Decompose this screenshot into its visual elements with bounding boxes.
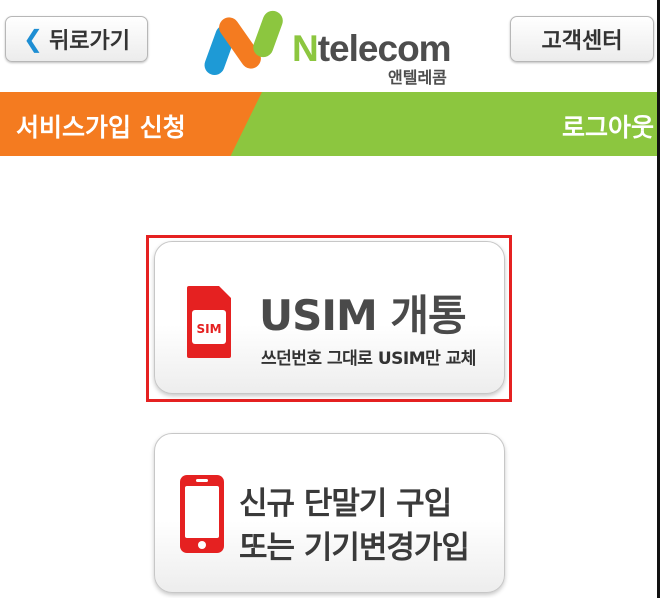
svg-text:SIM: SIM <box>196 322 221 336</box>
top-header: ❮ 뒤로가기 Ntelecom 앤텔레콤 고객센터 <box>0 0 660 92</box>
usim-activation-button[interactable]: SIM USIM 개통 쓰던번호 그대로 USIM만 교체 <box>154 241 505 394</box>
customer-center-button[interactable]: 고객센터 <box>510 16 654 62</box>
logo-mark-icon <box>204 10 283 76</box>
logo-subtitle: 앤텔레콤 <box>388 68 447 87</box>
logout-link[interactable]: 로그아웃 <box>562 108 654 144</box>
new-device-title-line1: 신규 단말기 구입 <box>239 486 452 522</box>
usim-subtitle: 쓰던번호 그대로 USIM만 교체 <box>261 349 476 369</box>
page-title: 서비스가입 신청 <box>16 113 186 142</box>
back-button[interactable]: ❮ 뒤로가기 <box>5 16 148 62</box>
new-device-button[interactable]: 신규 단말기 구입 또는 기기변경가입 <box>154 433 505 593</box>
title-band: 서비스가입 신청 로그아웃 <box>0 92 660 156</box>
sim-card-icon: SIM <box>187 286 231 358</box>
smartphone-icon <box>180 475 224 553</box>
usim-title: USIM 개통 <box>259 291 467 340</box>
chevron-left-icon: ❮ <box>22 25 44 53</box>
back-button-label: 뒤로가기 <box>49 29 131 54</box>
ntelecom-logo[interactable]: Ntelecom 앤텔레콤 <box>200 8 460 87</box>
new-device-title-line2: 또는 기기변경가입 <box>239 530 470 566</box>
